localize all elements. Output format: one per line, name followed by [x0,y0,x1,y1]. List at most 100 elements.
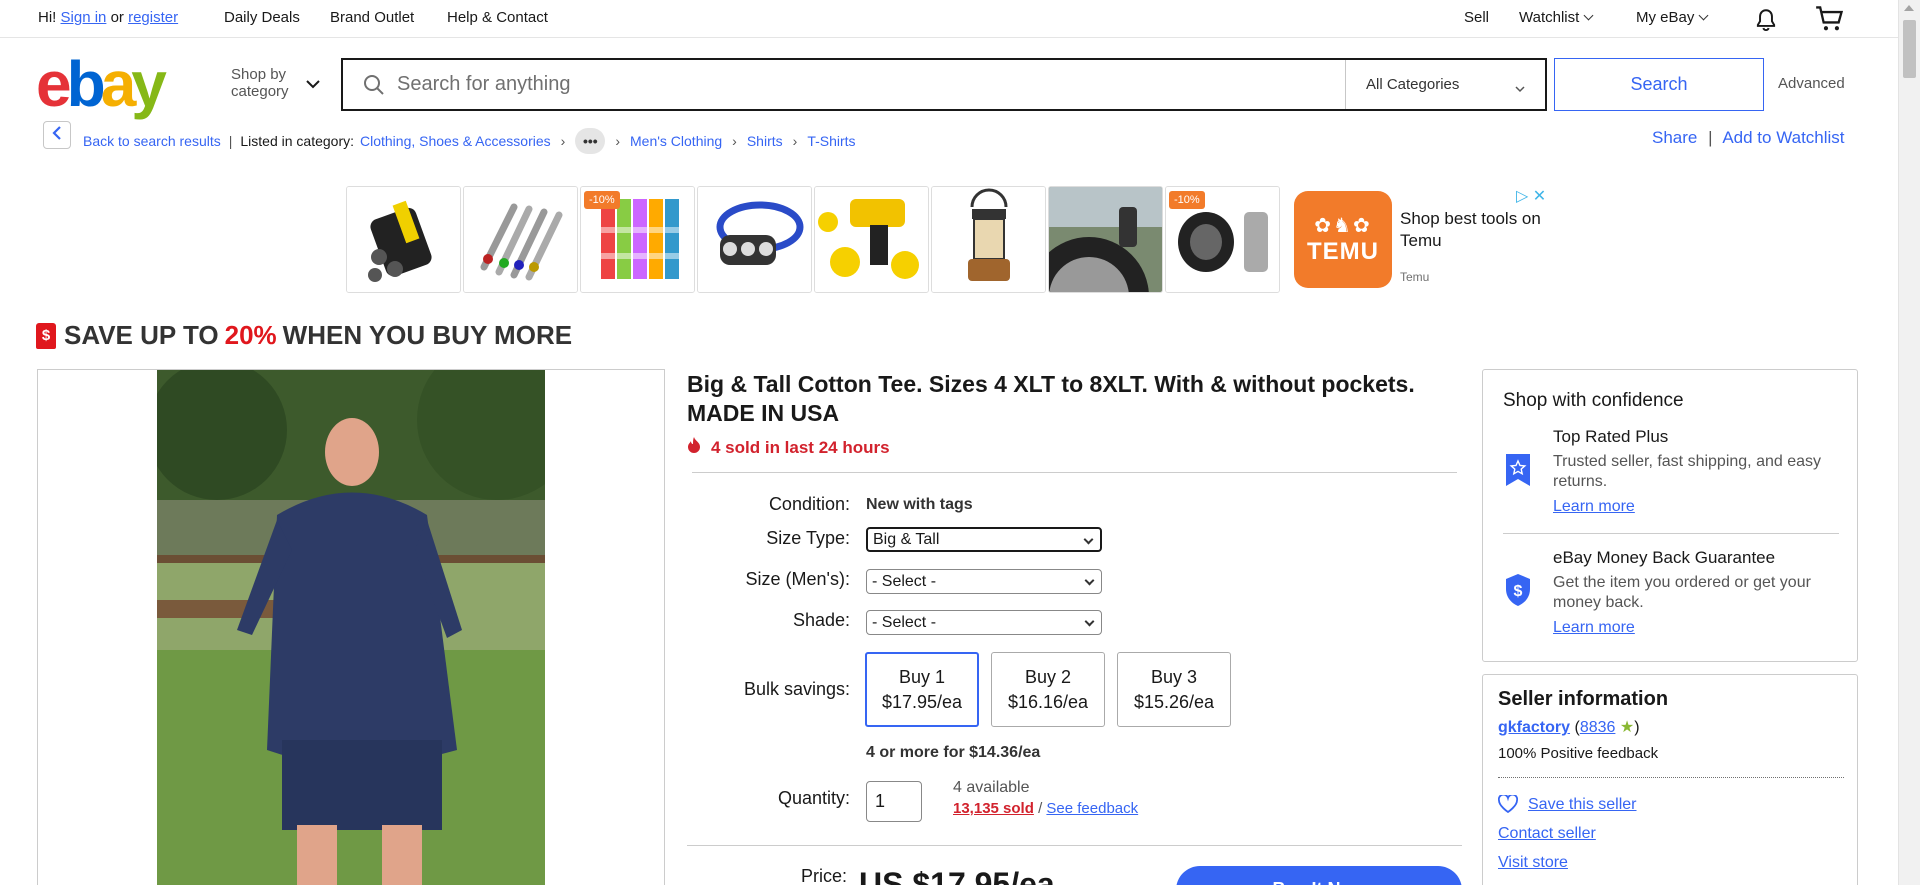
scrollbar-thumb[interactable] [1903,20,1916,78]
search-button[interactable]: Search [1554,58,1764,111]
chevron-right-icon: › [560,133,566,149]
fire-icon [687,437,701,458]
more-breadcrumbs-button[interactable]: ••• [575,128,606,154]
size-select-value: - Select - [872,572,937,590]
size-label: Size (Men's): [745,569,850,589]
sold-count-link[interactable]: 13,135 sold [953,800,1034,817]
ad-tile-lantern[interactable] [931,186,1046,293]
seller-name-link[interactable]: gkfactory [1498,719,1570,736]
buy-it-now-button[interactable]: Buy It Now [1176,866,1462,885]
my-ebay-menu[interactable]: My eBay [1636,9,1709,26]
breadcrumb-item-clothing[interactable]: Clothing, Shoes & Accessories [360,133,551,149]
search-input[interactable] [343,60,1345,109]
breadcrumb-item-mens-clothing[interactable]: Men's Clothing [630,133,722,149]
money-back-learn-more-link[interactable]: Learn more [1553,619,1635,637]
top-rated-title: Top Rated Plus [1553,427,1669,446]
ad-tile-tire-inflator[interactable] [1048,186,1163,293]
seller-score-link[interactable]: 8836 [1580,719,1616,736]
sell-link[interactable]: Sell [1464,9,1489,26]
temu-logo-text: TEMU [1307,238,1379,265]
svg-text:$: $ [1514,583,1523,600]
logo-letter-e: e [36,48,72,120]
ad-tile-drill-brushes[interactable] [814,186,929,293]
shop-by-category-button[interactable]: Shop by category [231,66,289,100]
bulk-option-buy-3[interactable]: Buy 3 $15.26/ea [1117,652,1231,727]
share-link[interactable]: Share [1652,128,1697,147]
slash-separator: / [1038,800,1043,817]
logo-letter-y: y [131,48,167,120]
see-feedback-link[interactable]: See feedback [1046,800,1138,817]
add-to-watchlist-link[interactable]: Add to Watchlist [1722,128,1844,147]
shade-select[interactable]: - Select - [866,610,1102,635]
chevron-right-icon: › [615,133,620,149]
chevron-down-icon [306,76,320,94]
star-ribbon-icon [1503,452,1533,493]
product-title: Big & Tall Cotton Tee. Sizes 4 XLT to 8X… [687,371,1415,426]
save-seller-link[interactable]: Save this seller [1528,796,1637,814]
ad-tile-thread-spools[interactable]: -10% [580,186,695,293]
or-text: or [110,9,124,26]
top-rated-learn-more-link[interactable]: Learn more [1553,498,1635,516]
size-type-select[interactable]: Big & Tall [866,527,1102,552]
bulk-more-text: 4 or more for $14.36/ea [866,744,1041,761]
shop-with-confidence-card: Shop with confidence Top Rated Plus Trus… [1482,369,1858,662]
star-icon: ★ [1619,719,1635,736]
discount-badge: -10% [584,191,620,209]
scroll-up-arrow-icon[interactable] [1904,5,1914,11]
sold-feedback-row: 13,135 sold / See feedback [953,800,1138,817]
bulk-option-buy-2[interactable]: Buy 2 $16.16/ea [991,652,1105,727]
register-link[interactable]: register [128,9,178,26]
ad-tile-drill-bits[interactable] [463,186,578,293]
ad-tile-flashlight[interactable] [346,186,461,293]
back-button[interactable] [43,121,71,149]
help-contact-link[interactable]: Help & Contact [447,9,548,26]
chevron-down-icon [1515,80,1525,97]
money-back-title: eBay Money Back Guarantee [1553,548,1776,567]
contact-seller-link[interactable]: Contact seller [1498,825,1596,843]
back-to-results-link[interactable]: Back to search results [83,133,221,149]
page-scrollbar[interactable] [1898,0,1920,885]
size-select[interactable]: - Select - [866,569,1102,594]
price-label: Price: [800,866,847,885]
bulk-option-buy-1[interactable]: Buy 1 $17.95/ea [865,652,979,727]
promo-prefix: SAVE UP TO [64,320,219,350]
ad-tile-socket-grip[interactable]: -10% [1165,186,1280,293]
sign-in-link[interactable]: Sign in [61,9,107,26]
shield-dollar-icon: $ [1504,573,1532,612]
ad-tile-headlamp[interactable] [697,186,812,293]
ad-text[interactable]: Shop best tools on Temu [1400,208,1570,252]
advanced-search-link[interactable]: Advanced [1778,75,1845,92]
sold-recent-text: 4 sold in last 24 hours [711,437,890,457]
notification-bell-icon[interactable] [1753,7,1779,37]
ad-source: Temu [1400,270,1430,284]
condition-label: Condition: [768,494,850,514]
breadcrumb-divider: | [228,133,233,149]
close-paren: ) [1634,719,1640,736]
product-photo[interactable] [157,370,545,885]
greeting-area: Hi! Sign in or register [38,9,178,26]
category-select[interactable]: All Categories [1345,60,1545,109]
ad-choices-icon[interactable]: ▷ ✕ [1516,186,1546,206]
seller-information-card: Seller information gkfactory (8836 ★) 10… [1482,674,1858,885]
shopping-cart-icon[interactable] [1815,5,1845,37]
search-icon [363,74,385,101]
shade-select-value: - Select - [872,613,937,631]
shop-by-line2: category [231,83,289,100]
ebay-logo[interactable]: ebay [36,52,167,116]
available-count: 4 available [953,779,1030,796]
temu-logo[interactable]: ✿♞✿ TEMU [1294,191,1392,288]
bulk-price: $17.95/ea [881,691,963,712]
daily-deals-link[interactable]: Daily Deals [224,9,300,26]
visit-store-link[interactable]: Visit store [1498,854,1568,872]
breadcrumb-item-tshirts[interactable]: T-Shirts [807,133,855,149]
quantity-input[interactable]: 1 [866,781,922,822]
breadcrumb-item-shirts[interactable]: Shirts [747,133,783,149]
greeting-text: Hi! [38,9,57,26]
chevron-down-icon [1698,10,1709,21]
watchlist-menu[interactable]: Watchlist [1519,9,1594,26]
price-tag-icon: $ [36,322,56,349]
product-image-panel[interactable] [37,369,665,885]
brand-outlet-link[interactable]: Brand Outlet [330,9,414,26]
ad-banner[interactable]: -10% -10% ✿♞✿ TEMU Shop best tools on Te… [346,186,1560,293]
chevron-left-icon [52,125,62,145]
